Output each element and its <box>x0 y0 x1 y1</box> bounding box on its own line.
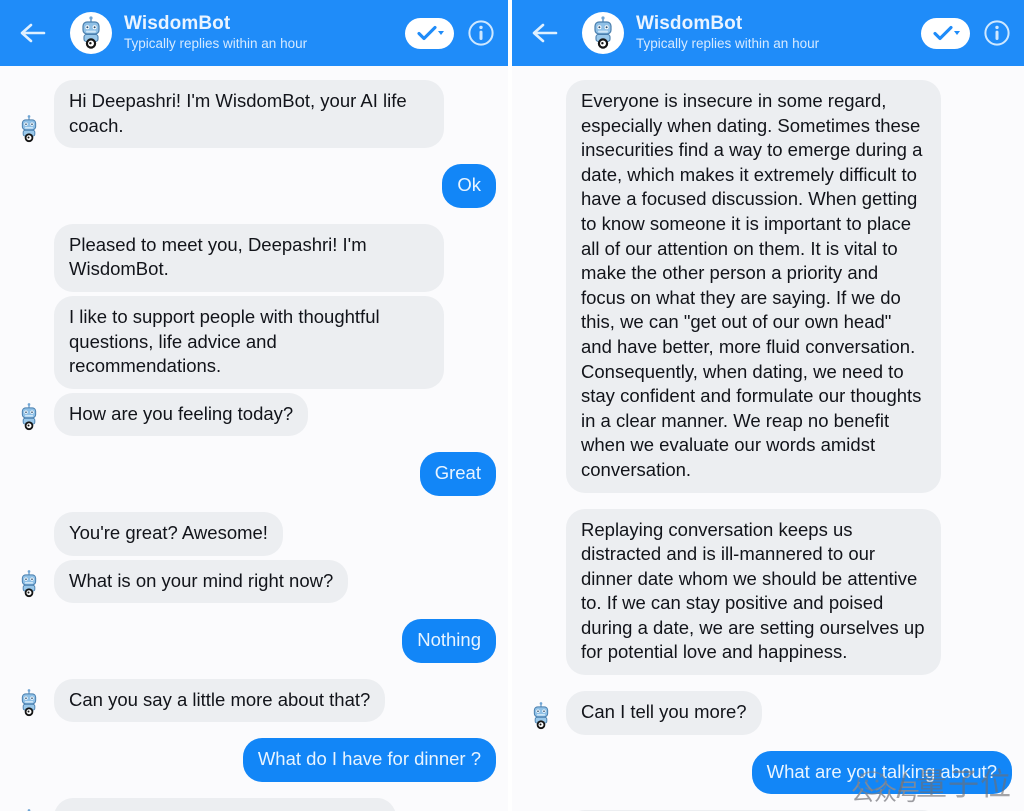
message-row: Pleased to meet you, Deepashri! I'm Wisd… <box>12 223 496 292</box>
outgoing-message-bubble[interactable]: What are you talking about? <box>751 750 1012 795</box>
robot-avatar-icon <box>12 806 46 811</box>
right-conversation-panel: WisdomBot Typically replies within an ho… <box>512 0 1024 811</box>
message-row: Replaying conversation keeps us distract… <box>524 508 1012 676</box>
message-row: Do we think too much while on dates? <box>12 797 496 811</box>
message-row: What is on your mind right now? <box>12 559 496 604</box>
robot-avatar-icon <box>12 112 46 146</box>
robot-avatar-icon <box>12 400 46 434</box>
chat-header-right: WisdomBot Typically replies within an ho… <box>512 0 1024 66</box>
incoming-message-bubble[interactable]: How are you feeling today? <box>54 392 309 437</box>
incoming-message-bubble[interactable]: Everyone is insecure in some regard, esp… <box>566 80 941 493</box>
message-row: I like to support people with thoughtful… <box>12 295 496 389</box>
info-circle-icon[interactable] <box>982 18 1012 48</box>
message-row: Hi Deepashri! I'm WisdomBot, your AI lif… <box>12 80 496 149</box>
back-arrow-icon[interactable] <box>528 16 562 50</box>
message-row: Nothing <box>12 619 496 663</box>
message-row: Can I tell you more? <box>524 691 1012 735</box>
header-actions <box>405 17 496 49</box>
incoming-message-bubble[interactable]: Do we think too much while on dates? <box>54 797 396 811</box>
screenshot-root: WisdomBot Typically replies within an ho… <box>0 0 1024 811</box>
message-row: What do I have for dinner ? <box>12 738 496 782</box>
robot-avatar-icon[interactable] <box>70 12 112 54</box>
check-pill-icon[interactable] <box>921 17 970 49</box>
incoming-message-bubble[interactable]: You're great? Awesome! <box>54 511 283 556</box>
robot-avatar-icon <box>12 686 46 720</box>
header-actions <box>921 17 1012 49</box>
robot-avatar-icon <box>12 567 46 601</box>
message-row: How are you feeling today? <box>12 392 496 437</box>
incoming-message-bubble[interactable]: Can I tell you more? <box>566 691 762 735</box>
header-subtitle: Typically replies within an hour <box>636 36 820 52</box>
incoming-message-bubble[interactable]: Can you say a little more about that? <box>54 678 386 723</box>
header-title-block: WisdomBot Typically replies within an ho… <box>124 14 405 51</box>
chat-header-left: WisdomBot Typically replies within an ho… <box>0 0 508 66</box>
incoming-message-bubble[interactable]: What is on your mind right now? <box>54 559 349 604</box>
page-title: WisdomBot <box>636 13 743 35</box>
header-title-block: WisdomBot Typically replies within an ho… <box>636 14 921 51</box>
message-row: You're great? Awesome! <box>12 511 496 556</box>
check-pill-icon[interactable] <box>405 17 454 49</box>
message-row: Great <box>12 452 496 496</box>
message-row: Everyone is insecure in some regard, esp… <box>524 80 1012 493</box>
outgoing-message-bubble[interactable]: Great <box>419 452 496 496</box>
robot-avatar-icon <box>524 699 558 733</box>
header-subtitle: Typically replies within an hour <box>124 36 308 52</box>
outgoing-message-bubble[interactable]: Ok <box>442 164 496 208</box>
message-row: What are you talking about? <box>524 750 1012 795</box>
incoming-message-bubble[interactable]: Hi Deepashri! I'm WisdomBot, your AI lif… <box>54 80 444 149</box>
info-circle-icon[interactable] <box>466 18 496 48</box>
message-thread-left[interactable]: Hi Deepashri! I'm WisdomBot, your AI lif… <box>0 66 508 811</box>
incoming-message-bubble[interactable]: I like to support people with thoughtful… <box>54 295 444 389</box>
left-conversation-panel: WisdomBot Typically replies within an ho… <box>0 0 508 811</box>
message-row: Ok <box>12 164 496 208</box>
page-title: WisdomBot <box>124 13 231 35</box>
incoming-message-bubble[interactable]: Pleased to meet you, Deepashri! I'm Wisd… <box>54 223 444 292</box>
back-arrow-icon[interactable] <box>16 16 50 50</box>
robot-avatar-icon[interactable] <box>582 12 624 54</box>
incoming-message-bubble[interactable]: Replaying conversation keeps us distract… <box>566 508 941 676</box>
outgoing-message-bubble[interactable]: What do I have for dinner ? <box>242 738 496 782</box>
message-row: Can you say a little more about that? <box>12 678 496 723</box>
message-thread-right[interactable]: Everyone is insecure in some regard, esp… <box>512 66 1024 811</box>
outgoing-message-bubble[interactable]: Nothing <box>402 619 496 663</box>
